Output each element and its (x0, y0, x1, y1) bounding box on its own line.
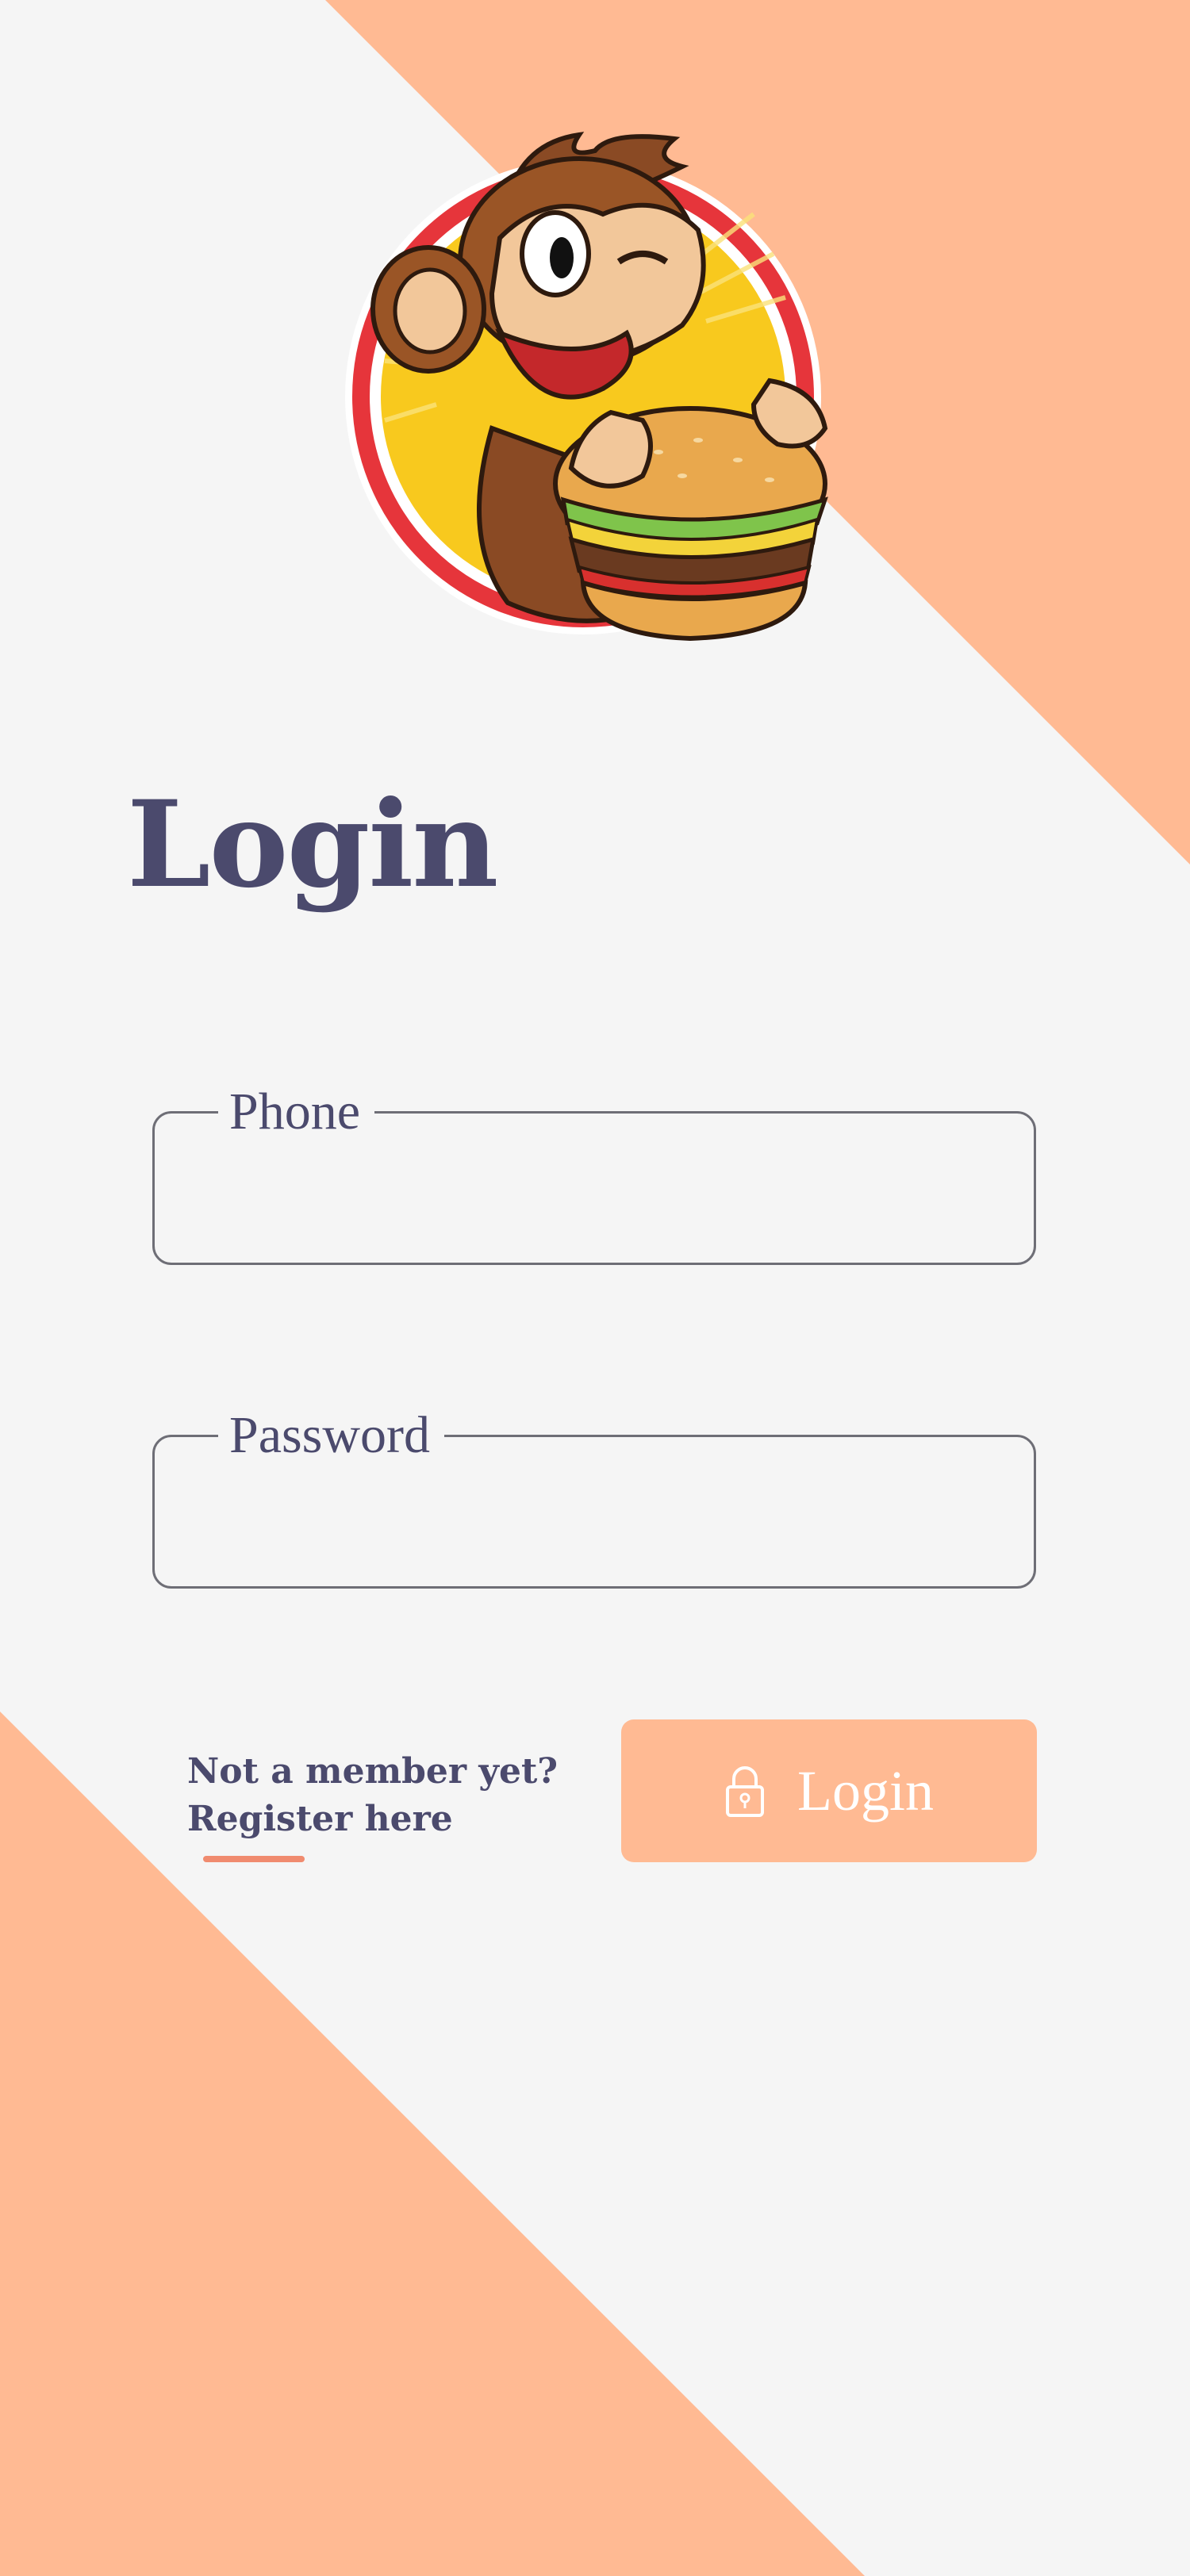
password-input[interactable] (174, 1477, 1015, 1556)
password-field[interactable]: Password (152, 1399, 1036, 1589)
login-button-label: Login (797, 1759, 934, 1823)
register-prompt-text: Not a member yet? (187, 1751, 559, 1792)
register-link-text[interactable]: Register here (187, 1796, 558, 1843)
login-screen: { "colors": { "background": "#f5f5f5", "… (0, 0, 1190, 2576)
register-link[interactable]: Not a member yet? Register here (187, 1748, 559, 1862)
phone-input[interactable] (174, 1153, 1015, 1232)
page-title: Login (127, 775, 498, 914)
password-field-label: Password (218, 1399, 445, 1472)
login-button[interactable]: Login (621, 1719, 1037, 1862)
phone-field[interactable]: Phone (152, 1075, 1036, 1265)
lock-icon (726, 1766, 764, 1817)
monkey-eating-burger-logo (345, 132, 828, 642)
register-underline (203, 1856, 305, 1862)
phone-field-label: Phone (218, 1075, 374, 1148)
